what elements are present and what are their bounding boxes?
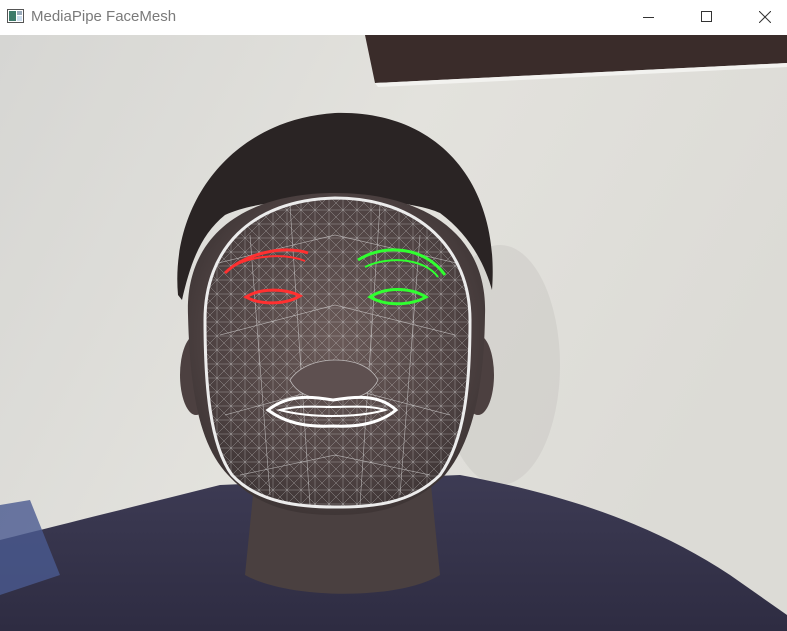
minimize-icon [643,17,654,18]
camera-frame [0,35,787,631]
close-button[interactable] [742,0,787,34]
face-mesh [205,198,470,507]
window-title: MediaPipe FaceMesh [31,8,177,25]
title-bar[interactable]: MediaPipe FaceMesh [0,0,787,34]
maximize-icon [701,11,712,22]
close-icon [759,11,771,23]
maximize-button[interactable] [684,0,730,34]
minimize-button[interactable] [626,0,672,34]
camera-view [0,35,787,631]
facemesh-window: MediaPipe FaceMesh [0,0,787,631]
app-icon [7,9,24,23]
